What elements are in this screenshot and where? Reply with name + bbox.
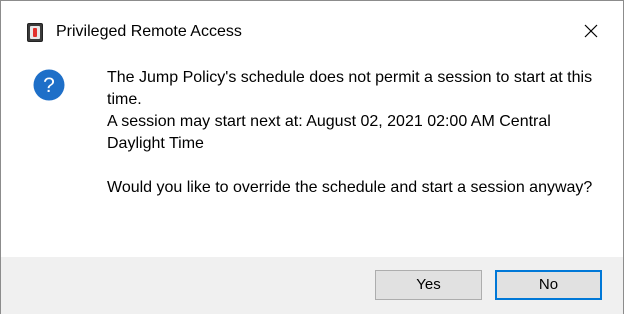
question-icon: ? (33, 69, 65, 101)
title-bar: Privileged Remote Access (1, 1, 623, 61)
message-text: The Jump Policy's schedule does not perm… (107, 67, 607, 199)
dialog-content: ? The Jump Policy's schedule does not pe… (1, 61, 623, 257)
close-button[interactable] (559, 1, 623, 61)
remote-access-app-icon (27, 23, 43, 42)
message-line-schedule: The Jump Policy's schedule does not perm… (107, 69, 593, 108)
svg-text:?: ? (43, 74, 55, 97)
message-line-override-question: Would you like to override the schedule … (107, 179, 593, 196)
message-line-next-start: A session may start next at: August 02, … (107, 113, 551, 152)
dialog-window: Privileged Remote Access ? The Jump Poli… (0, 0, 624, 314)
button-bar: Yes No (1, 257, 623, 314)
window-title: Privileged Remote Access (56, 23, 242, 40)
yes-button[interactable]: Yes (375, 270, 482, 300)
no-button[interactable]: No (495, 270, 602, 300)
close-icon (584, 24, 598, 38)
